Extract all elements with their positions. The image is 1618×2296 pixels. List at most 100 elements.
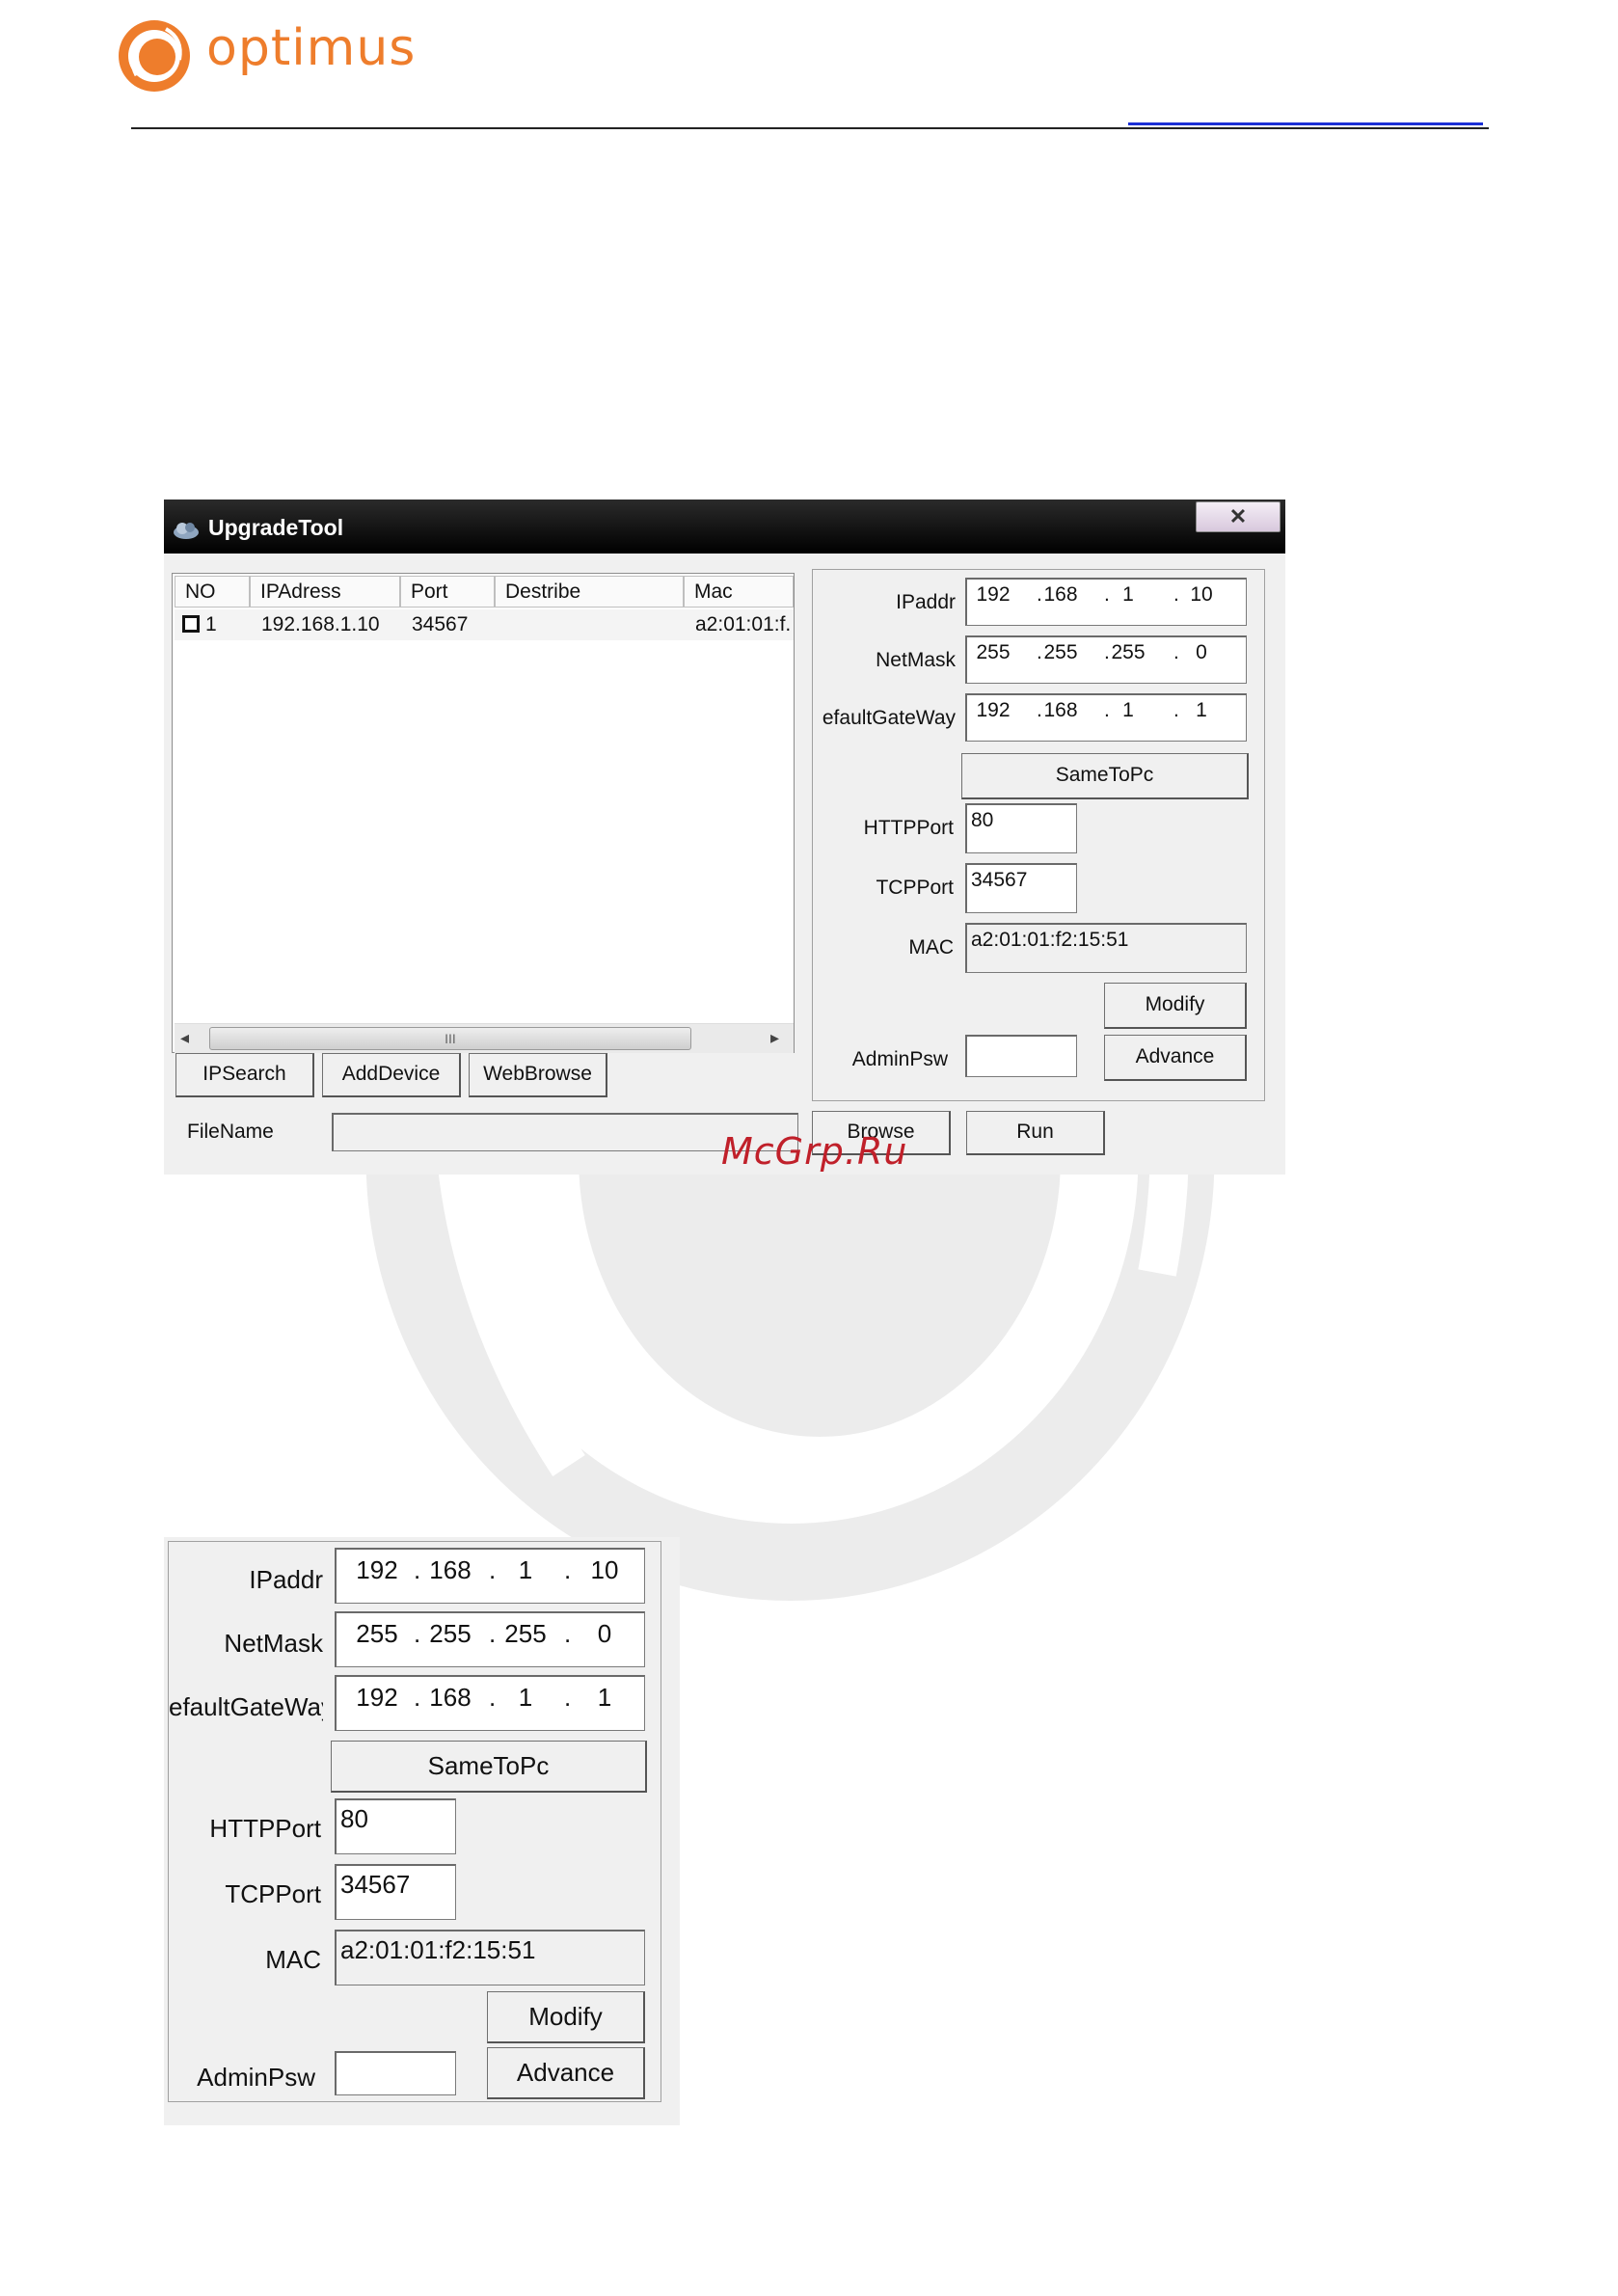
zoom-netmask-octet-1: 255 bbox=[356, 1619, 398, 1648]
ipsearch-button[interactable]: IPSearch bbox=[175, 1053, 314, 1097]
gateway-octet-4: 1 bbox=[1196, 699, 1207, 721]
row-no: 1 bbox=[205, 613, 217, 635]
zoom-tcpport-label: TCPPort bbox=[225, 1879, 321, 1908]
zoom-ipaddr-octet-2: 168 bbox=[429, 1555, 472, 1584]
ip-dot: . bbox=[489, 1683, 497, 1712]
row-port: 34567 bbox=[412, 613, 469, 635]
app-cloud-icon bbox=[172, 519, 201, 540]
gateway-field[interactable]: 192 . 168 . 1 . 1 bbox=[965, 693, 1247, 742]
zoom-httpport-label: HTTPPort bbox=[209, 1814, 321, 1843]
network-settings-panel: IPaddr 192 . 168 . 1 . 10 NetMask 255 . … bbox=[812, 569, 1265, 1101]
ip-dot: . bbox=[414, 1683, 421, 1712]
zoom-httpport-field[interactable]: 80 bbox=[335, 1798, 456, 1854]
zoom-netmask-field[interactable]: 255 . 255 . 255 . 0 bbox=[335, 1611, 645, 1667]
zoom-netmask-octet-3: 255 bbox=[504, 1619, 547, 1648]
ip-dot: . bbox=[489, 1555, 497, 1584]
ip-dot: . bbox=[414, 1555, 421, 1584]
advance-button[interactable]: Advance bbox=[1104, 1035, 1247, 1081]
zoom-ipaddr-octet-4: 10 bbox=[590, 1555, 619, 1584]
ipaddr-octet-3: 1 bbox=[1122, 583, 1134, 606]
ipaddr-octet-2: 168 bbox=[1043, 583, 1078, 606]
brand-name: optimus bbox=[206, 19, 417, 77]
col-header-mac[interactable]: Mac bbox=[684, 576, 794, 608]
window-title: UpgradeTool bbox=[208, 515, 344, 540]
col-header-destribe[interactable]: Destribe bbox=[495, 576, 684, 608]
adminpsw-field[interactable] bbox=[965, 1035, 1077, 1077]
sametopc-button[interactable]: SameToPc bbox=[961, 753, 1249, 799]
ip-dot: . bbox=[489, 1619, 497, 1648]
ipaddr-octet-4: 10 bbox=[1190, 583, 1213, 606]
ip-dot: . bbox=[564, 1555, 572, 1584]
ipaddr-label: IPaddr bbox=[896, 591, 956, 613]
zoom-adminpsw-field[interactable] bbox=[335, 2051, 456, 2095]
zoom-gateway-octet-2: 168 bbox=[429, 1683, 472, 1712]
filename-label: FileName bbox=[187, 1121, 274, 1143]
netmask-octet-3: 255 bbox=[1111, 641, 1146, 663]
header-link-underline[interactable] bbox=[1128, 122, 1483, 125]
scroll-thumb[interactable]: III bbox=[209, 1027, 691, 1050]
mac-field[interactable]: a2:01:01:f2:15:51 bbox=[965, 923, 1247, 973]
zoom-adminpsw-label: AdminPsw bbox=[197, 2063, 315, 2092]
window-titlebar[interactable]: UpgradeTool ✕ bbox=[164, 500, 1285, 554]
gateway-octet-3: 1 bbox=[1122, 699, 1134, 721]
zoomed-panel-frame: IPaddr 192 . 168 . 1 . 10 NetMask 255 . … bbox=[168, 1541, 661, 2102]
zoom-gateway-field[interactable]: 192 . 168 . 1 . 1 bbox=[335, 1675, 645, 1731]
zoom-modify-button[interactable]: Modify bbox=[487, 1991, 645, 2043]
netmask-label: NetMask bbox=[876, 649, 956, 671]
zoom-mac-field[interactable]: a2:01:01:f2:15:51 bbox=[335, 1930, 645, 1985]
scroll-right-icon[interactable]: ▸ bbox=[770, 1028, 779, 1048]
webbrowse-button[interactable]: WebBrowse bbox=[469, 1053, 607, 1097]
netmask-octet-4: 0 bbox=[1196, 641, 1207, 663]
httpport-field[interactable]: 80 bbox=[965, 803, 1077, 853]
settings-panel-zoomed: IPaddr 192 . 168 . 1 . 10 NetMask 255 . … bbox=[164, 1537, 680, 2125]
zoom-advance-button[interactable]: Advance bbox=[487, 2047, 645, 2099]
modify-button[interactable]: Modify bbox=[1104, 983, 1247, 1029]
ip-dot: . bbox=[414, 1619, 421, 1648]
mac-label: MAC bbox=[908, 936, 954, 959]
zoom-netmask-octet-2: 255 bbox=[429, 1619, 472, 1648]
adminpsw-label: AdminPsw bbox=[851, 1048, 948, 1070]
ip-dot: . bbox=[564, 1619, 572, 1648]
zoom-ipaddr-octet-3: 1 bbox=[518, 1555, 533, 1584]
horizontal-scrollbar[interactable]: ◂ III ▸ bbox=[175, 1023, 794, 1053]
ip-dot: . bbox=[1173, 583, 1179, 606]
col-header-port[interactable]: Port bbox=[400, 576, 495, 608]
device-list[interactable]: NO IPAdress Port Destribe Mac 1 192.168.… bbox=[172, 573, 795, 1053]
close-button[interactable]: ✕ bbox=[1196, 501, 1281, 532]
ip-dot: . bbox=[564, 1683, 572, 1712]
scroll-left-icon[interactable]: ◂ bbox=[180, 1028, 189, 1048]
netmask-octet-1: 255 bbox=[976, 641, 1011, 663]
zoom-netmask-octet-4: 0 bbox=[597, 1619, 612, 1648]
zoom-sametopc-button[interactable]: SameToPc bbox=[331, 1741, 647, 1793]
zoom-gateway-octet-3: 1 bbox=[518, 1683, 533, 1712]
zoom-ipaddr-label: IPaddr bbox=[249, 1565, 323, 1594]
zoom-netmask-label: NetMask bbox=[224, 1629, 323, 1658]
ip-dot: . bbox=[1173, 699, 1179, 721]
tcpport-field[interactable]: 34567 bbox=[965, 863, 1077, 913]
gateway-octet-2: 168 bbox=[1043, 699, 1078, 721]
zoom-ipaddr-field[interactable]: 192 . 168 . 1 . 10 bbox=[335, 1548, 645, 1604]
zoom-gateway-octet-4: 1 bbox=[597, 1683, 612, 1712]
zoom-mac-label: MAC bbox=[265, 1945, 321, 1974]
watermark-text: McGrp.Ru bbox=[721, 1130, 908, 1173]
gateway-octet-1: 192 bbox=[976, 699, 1011, 721]
httpport-label: HTTPPort bbox=[863, 817, 954, 839]
optimus-logo-icon bbox=[119, 20, 190, 92]
table-row[interactable]: 1 192.168.1.10 34567 a2:01:01:f. bbox=[175, 609, 794, 640]
col-header-ipadress[interactable]: IPAdress bbox=[250, 576, 400, 608]
col-header-no[interactable]: NO bbox=[175, 576, 250, 608]
scroll-grip: III bbox=[445, 1031, 456, 1046]
upgradetool-window: UpgradeTool ✕ NO IPAdress Port Destribe … bbox=[164, 500, 1285, 1175]
tcpport-label: TCPPort bbox=[876, 877, 954, 899]
close-icon: ✕ bbox=[1228, 504, 1248, 528]
zoom-gateway-octet-1: 192 bbox=[356, 1683, 398, 1712]
run-button[interactable]: Run bbox=[966, 1111, 1105, 1155]
ipaddr-field[interactable]: 192 . 168 . 1 . 10 bbox=[965, 578, 1247, 626]
logo bbox=[116, 17, 193, 95]
row-checkbox[interactable] bbox=[182, 615, 200, 633]
ipaddr-octet-1: 192 bbox=[976, 583, 1011, 606]
adddevice-button[interactable]: AddDevice bbox=[322, 1053, 461, 1097]
zoom-tcpport-field[interactable]: 34567 bbox=[335, 1864, 456, 1920]
netmask-field[interactable]: 255 . 255 . 255 . 0 bbox=[965, 635, 1247, 684]
row-ip: 192.168.1.10 bbox=[261, 613, 380, 635]
